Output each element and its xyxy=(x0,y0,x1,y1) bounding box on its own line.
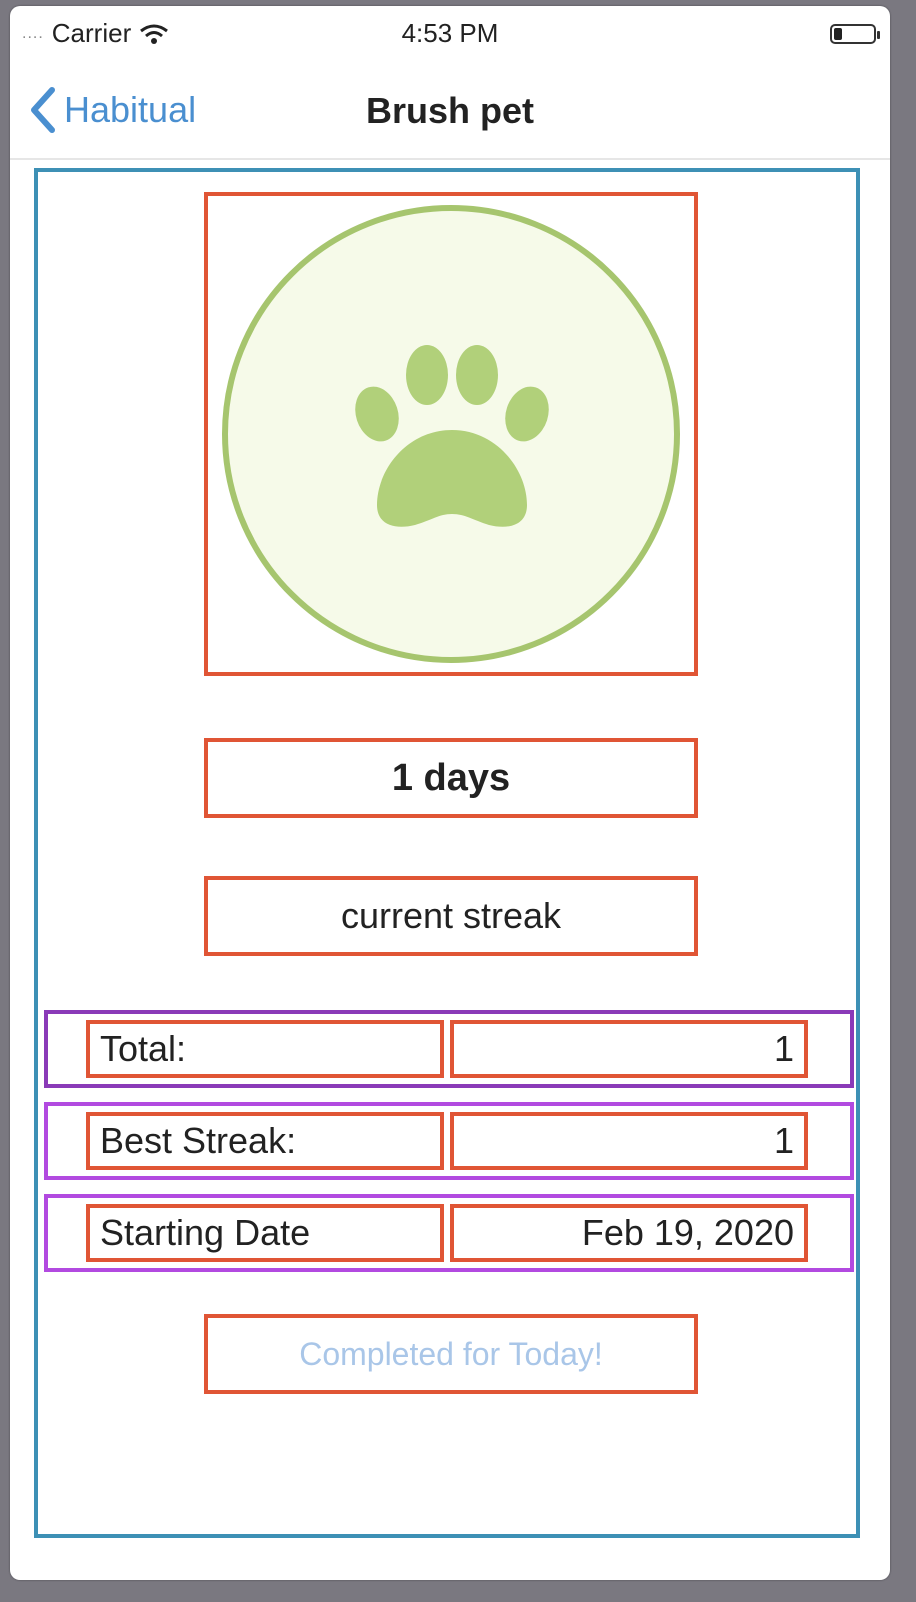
status-time: 4:53 PM xyxy=(401,18,499,48)
status-bar: .... Carrier 4:53 PM xyxy=(10,6,890,56)
stat-row-best-streak: Best Streak: 1 xyxy=(44,1102,854,1180)
habit-detail-container: 1 days current streak Total: 1 Best Stre… xyxy=(34,168,860,1538)
page-title: Brush pet xyxy=(365,90,534,131)
stat-row-total: Total: 1 xyxy=(44,1010,854,1088)
stat-value: 1 xyxy=(450,1112,808,1170)
navigation-bar: Habitual Brush pet xyxy=(10,66,890,160)
streak-caption: current streak xyxy=(204,876,698,956)
days-count: 1 days xyxy=(204,738,698,818)
stat-value: 1 xyxy=(450,1020,808,1078)
battery-icon xyxy=(830,24,880,44)
stat-label: Starting Date xyxy=(86,1204,444,1262)
stat-row-starting-date: Starting Date Feb 19, 2020 xyxy=(44,1194,854,1272)
stat-label: Best Streak: xyxy=(86,1112,444,1170)
paw-icon xyxy=(222,205,680,663)
completed-today-button[interactable]: Completed for Today! xyxy=(204,1314,698,1394)
phone-screen: .... Carrier 4:53 PM Habitual Brush pet xyxy=(10,6,890,1580)
habit-image-frame xyxy=(204,192,698,676)
stat-label: Total: xyxy=(86,1020,444,1078)
stat-value: Feb 19, 2020 xyxy=(450,1204,808,1262)
battery-level xyxy=(834,28,842,40)
